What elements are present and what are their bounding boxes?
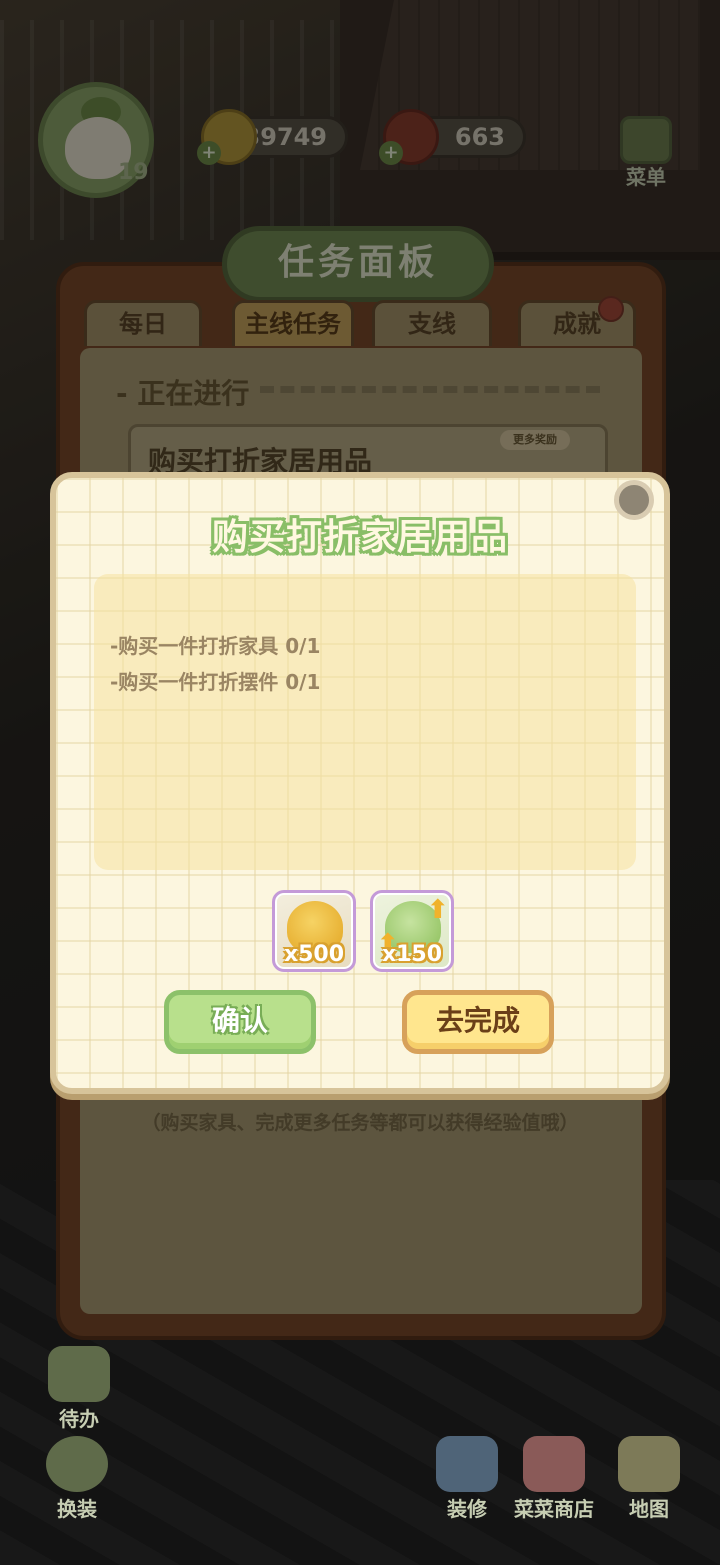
outfit-button[interactable]: 换装	[34, 1436, 120, 1522]
decorate-label: 装修	[447, 1497, 487, 1521]
map-label: 地图	[629, 1497, 669, 1521]
task-requirements-box	[94, 574, 636, 870]
arrow-up-icon: ⬆	[427, 895, 449, 925]
todo-button[interactable]: 待办	[36, 1346, 122, 1432]
map-button[interactable]: 地图	[606, 1436, 692, 1522]
todo-icon	[48, 1346, 110, 1402]
confirm-button[interactable]: 确认	[164, 990, 316, 1054]
shop-button[interactable]: 菜菜商店	[506, 1436, 602, 1522]
outfit-icon	[46, 1436, 108, 1492]
todo-label: 待办	[59, 1407, 99, 1431]
requirement-line: -购买一件打折摆件 0/1	[110, 670, 321, 694]
reward-quantity: x150	[381, 942, 443, 967]
decorate-button[interactable]: 装修	[424, 1436, 510, 1522]
reward-coins[interactable]: x500	[272, 890, 356, 972]
map-icon	[618, 1436, 680, 1492]
outfit-label: 换装	[57, 1497, 97, 1521]
reward-experience[interactable]: ⬆ ⬆ x150	[370, 890, 454, 972]
shop-icon	[523, 1436, 585, 1492]
go-complete-button[interactable]: 去完成	[402, 990, 554, 1054]
requirement-line: -购买一件打折家具 0/1	[110, 634, 321, 658]
shop-label: 菜菜商店	[514, 1497, 594, 1521]
decorate-icon	[436, 1436, 498, 1492]
reward-quantity: x500	[283, 942, 345, 967]
dialog-title: 购买打折家居用品	[211, 517, 508, 558]
